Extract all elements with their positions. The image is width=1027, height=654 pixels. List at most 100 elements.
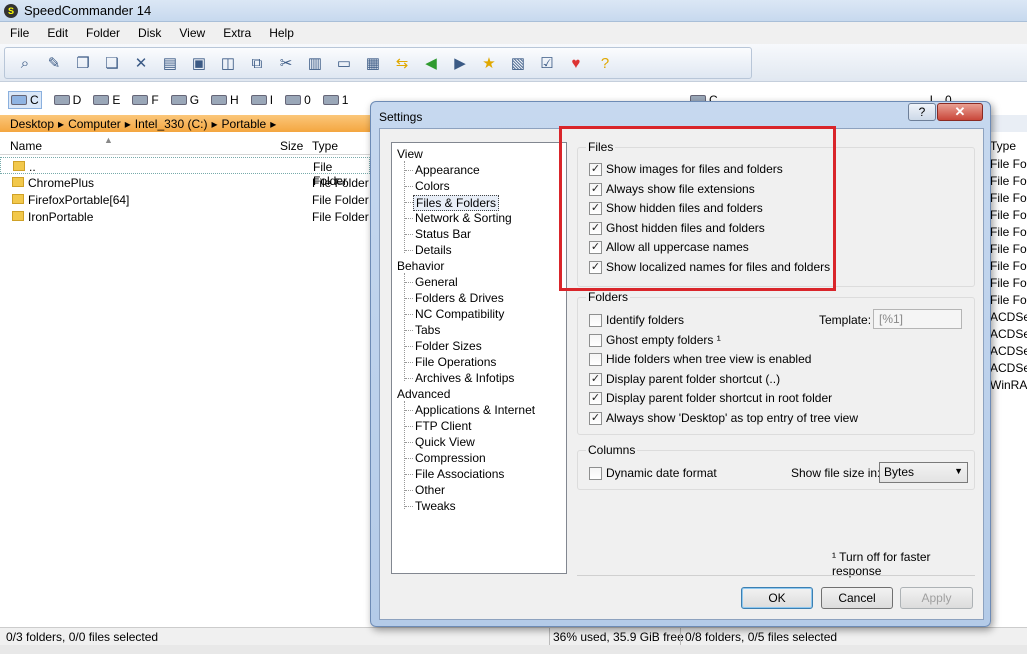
breadcrumb-computer[interactable]: Computer (68, 117, 121, 131)
tree-colors[interactable]: Colors (415, 179, 450, 193)
ok-button[interactable]: OK (741, 587, 813, 609)
favorite-folders-icon[interactable]: ♥ (564, 51, 588, 75)
tree-status-bar[interactable]: Status Bar (415, 227, 471, 241)
tree-appearance[interactable]: Appearance (415, 163, 480, 177)
pack-icon[interactable]: ◫ (216, 51, 240, 75)
menu-disk[interactable]: Disk (138, 26, 161, 40)
drive-g[interactable]: G (170, 93, 199, 107)
find-icon[interactable]: ⌕ (13, 51, 37, 75)
edit-icon[interactable]: ✎ (42, 51, 66, 75)
apply-button[interactable]: Apply (900, 587, 973, 609)
drive-1[interactable]: 1 (322, 93, 348, 107)
tree-advanced[interactable]: Advanced (397, 387, 450, 401)
list-item[interactable]: File Fol (987, 291, 1027, 308)
list-item[interactable]: ACDSee (987, 342, 1027, 359)
close-button[interactable]: ✕ (937, 103, 983, 121)
list-item[interactable]: IronPortable File Folder (0, 208, 370, 225)
tree-archives-infotips[interactable]: Archives & Infotips (415, 371, 514, 385)
menu-extra[interactable]: Extra (223, 26, 251, 40)
column-name[interactable]: Name (10, 139, 42, 153)
back-icon[interactable]: ◀ (419, 51, 443, 75)
list-item[interactable]: File Fol (987, 172, 1027, 189)
menu-help[interactable]: Help (269, 26, 294, 40)
menu-file[interactable]: File (10, 26, 29, 40)
tree-quick-view[interactable]: Quick View (415, 435, 475, 449)
list-item[interactable]: ACDSee (987, 359, 1027, 376)
viewer-icon[interactable]: ▦ (361, 51, 385, 75)
settings-icon[interactable]: ☑ (535, 51, 559, 75)
tree-file-operations[interactable]: File Operations (415, 355, 496, 369)
tree-applications-internet[interactable]: Applications & Internet (415, 403, 535, 417)
identify-folders-checkbox[interactable]: Identify folders (589, 313, 684, 327)
tree-folder-sizes[interactable]: Folder Sizes (415, 339, 482, 353)
move-files-icon[interactable]: ❏ (100, 51, 124, 75)
forward-icon[interactable]: ▶ (448, 51, 472, 75)
cancel-button[interactable]: Cancel (821, 587, 893, 609)
tree-details[interactable]: Details (415, 243, 452, 257)
delete-icon[interactable]: ✕ (129, 51, 153, 75)
column-type[interactable]: Type (312, 139, 338, 153)
terminal-icon[interactable]: ▣ (187, 51, 211, 75)
help-button[interactable]: ? (908, 103, 936, 121)
menu-view[interactable]: View (179, 26, 205, 40)
menu-folder[interactable]: Folder (86, 26, 120, 40)
parent-shortcut-root-checkbox[interactable]: ✓ Display parent folder shortcut in root … (589, 391, 832, 405)
list-item[interactable]: WinRAR (987, 376, 1027, 393)
list-item[interactable]: FirefoxPortable[64] File Folder (0, 191, 370, 208)
tree-file-associations[interactable]: File Associations (415, 467, 504, 481)
desktop-top-entry-checkbox[interactable]: ✓ Always show 'Desktop' as top entry of t… (589, 411, 858, 425)
breadcrumb-drive[interactable]: Intel_330 (C:) (135, 117, 208, 131)
folder-icon[interactable]: ▧ (506, 51, 530, 75)
tree-folders-drives[interactable]: Folders & Drives (415, 291, 504, 305)
drive-d[interactable]: D (53, 93, 81, 107)
template-input[interactable]: [%1] (873, 309, 962, 329)
tree-view[interactable]: View (397, 147, 423, 161)
list-item[interactable]: File Fol (987, 155, 1027, 172)
tree-tweaks[interactable]: Tweaks (415, 499, 456, 513)
ghost-empty-folders-checkbox[interactable]: Ghost empty folders ¹ (589, 333, 721, 347)
column-size[interactable]: Size (280, 139, 303, 153)
tree-ftp-client[interactable]: FTP Client (415, 419, 471, 433)
hide-folders-tree-checkbox[interactable]: Hide folders when tree view is enabled (589, 352, 811, 366)
breadcrumb-portable[interactable]: Portable (222, 117, 267, 131)
list-item[interactable]: File Fol (987, 274, 1027, 291)
list-item[interactable]: File Fol (987, 223, 1027, 240)
list-item[interactable]: .. File Folder (0, 157, 370, 188)
help-icon[interactable]: ? (593, 51, 617, 75)
drive-icon[interactable]: ▭ (332, 51, 356, 75)
properties-icon[interactable]: ▤ (158, 51, 182, 75)
drive-f[interactable]: F (132, 93, 159, 107)
cut-icon[interactable]: ✂ (274, 51, 298, 75)
tree-compression[interactable]: Compression (415, 451, 486, 465)
column-type-right[interactable]: Type (987, 137, 1027, 155)
tree-tabs[interactable]: Tabs (415, 323, 440, 337)
tree-network-sorting[interactable]: Network & Sorting (415, 211, 512, 225)
command-line[interactable] (0, 645, 1027, 654)
tree-behavior[interactable]: Behavior (397, 259, 444, 273)
copy-icon[interactable]: ⧉ (245, 51, 269, 75)
paste-icon[interactable]: ▥ (303, 51, 327, 75)
copy-files-icon[interactable]: ❐ (71, 51, 95, 75)
breadcrumb-desktop[interactable]: Desktop (10, 117, 54, 131)
drive-i[interactable]: I (250, 93, 273, 107)
list-item[interactable]: File Fol (987, 189, 1027, 206)
dynamic-date-checkbox[interactable]: Dynamic date format (589, 466, 717, 480)
drive-c[interactable]: C (8, 91, 42, 109)
list-item[interactable]: ChromePlus File Folder (0, 174, 370, 191)
menu-edit[interactable]: Edit (47, 26, 68, 40)
drive-h[interactable]: H (211, 93, 239, 107)
drive-e[interactable]: E (93, 93, 120, 107)
favorites-icon[interactable]: ★ (477, 51, 501, 75)
list-item[interactable]: ACDSee (987, 325, 1027, 342)
list-item[interactable]: ACDSee (987, 308, 1027, 325)
list-item[interactable]: File Fol (987, 240, 1027, 257)
tree-nc-compatibility[interactable]: NC Compatibility (415, 307, 504, 321)
parent-shortcut-checkbox[interactable]: ✓ Display parent folder shortcut (..) (589, 372, 780, 386)
tree-files-folders[interactable]: Files & Folders (413, 195, 500, 211)
tree-other[interactable]: Other (415, 483, 445, 497)
tree-general[interactable]: General (415, 275, 458, 289)
list-item[interactable]: File Fol (987, 257, 1027, 274)
sync-icon[interactable]: ⇆ (390, 51, 414, 75)
file-size-select[interactable]: Bytes ▼ (879, 462, 968, 483)
list-item[interactable]: File Fol (987, 206, 1027, 223)
